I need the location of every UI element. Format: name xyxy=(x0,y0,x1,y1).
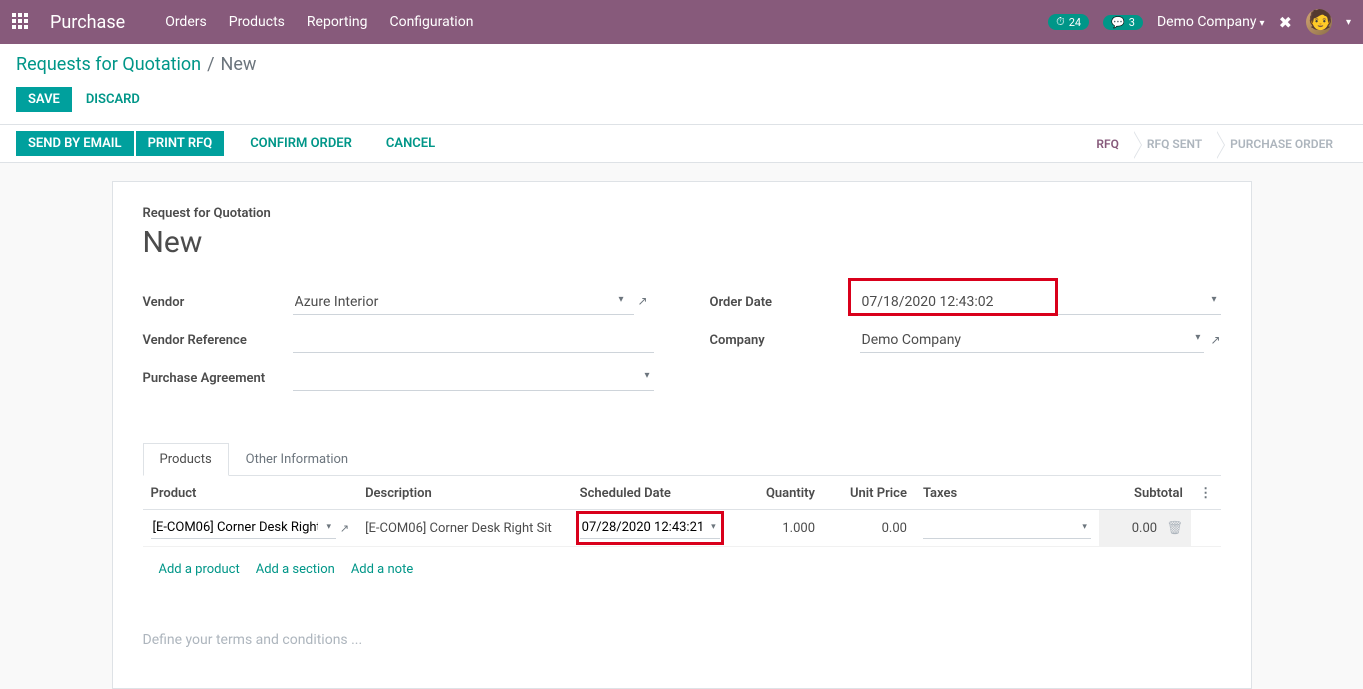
company-input[interactable] xyxy=(860,328,1205,353)
tabs: Products Other Information xyxy=(143,442,1221,476)
terms-placeholder[interactable]: Define your terms and conditions ... xyxy=(143,632,1221,648)
label-agreement: Purchase Agreement xyxy=(143,371,293,386)
nav-orders[interactable]: Orders xyxy=(165,14,207,30)
confirm-order-button[interactable]: CONFIRM ORDER xyxy=(240,131,362,156)
company-selector[interactable]: Demo Company xyxy=(1157,14,1265,30)
messages-badge[interactable]: 💬 3 xyxy=(1103,15,1143,30)
messages-count: 3 xyxy=(1129,16,1135,29)
th-unit-price: Unit Price xyxy=(823,476,915,510)
order-date-input[interactable] xyxy=(860,290,1221,315)
step-purchase-order[interactable]: PURCHASE ORDER xyxy=(1216,131,1347,157)
breadcrumb-sep: / xyxy=(207,54,214,75)
trash-icon[interactable]: 🗑 xyxy=(1166,521,1183,536)
th-taxes: Taxes xyxy=(915,476,1099,510)
action-bar: SEND BY EMAIL PRINT RFQ CONFIRM ORDER CA… xyxy=(0,125,1363,163)
breadcrumb-parent[interactable]: Requests for Quotation xyxy=(16,54,201,75)
nav-products[interactable]: Products xyxy=(229,14,285,30)
user-avatar[interactable] xyxy=(1306,9,1332,35)
add-links: Add a product Add a section Add a note xyxy=(151,554,1213,585)
activity-count: 24 xyxy=(1069,16,1081,29)
step-rfq[interactable]: RFQ xyxy=(1082,131,1133,157)
tab-other-info[interactable]: Other Information xyxy=(229,443,365,476)
nav-right: ⏱ 24 💬 3 Demo Company ✖ ▾ xyxy=(1048,9,1351,35)
step-rfq-sent[interactable]: RFQ SENT xyxy=(1133,131,1216,157)
form-subtitle: Request for Quotation xyxy=(143,206,1221,221)
row-taxes-input[interactable] xyxy=(923,517,1091,539)
table-row: ▾ ↗ [E-COM06] Corner Desk Right Sit ▾ xyxy=(143,510,1221,547)
row-quantity[interactable]: 1.000 xyxy=(731,510,823,547)
label-vendor: Vendor xyxy=(143,295,293,310)
products-table: Product Description Scheduled Date Quant… xyxy=(143,476,1221,592)
debug-icon[interactable]: ✖ xyxy=(1279,13,1292,32)
th-kebab-icon[interactable]: ⋮ xyxy=(1191,476,1221,510)
th-scheduled: Scheduled Date xyxy=(572,476,731,510)
nav-configuration[interactable]: Configuration xyxy=(389,14,473,30)
external-link-icon[interactable]: ↗ xyxy=(637,294,647,308)
add-product-link[interactable]: Add a product xyxy=(159,562,240,577)
chat-icon: 💬 xyxy=(1111,16,1125,29)
th-description: Description xyxy=(357,476,572,510)
th-quantity: Quantity xyxy=(731,476,823,510)
agreement-input[interactable] xyxy=(293,366,654,391)
external-link-icon[interactable]: ↗ xyxy=(340,522,349,535)
nav-links: Orders Products Reporting Configuration xyxy=(165,14,473,30)
row-scheduled-input[interactable] xyxy=(580,517,720,539)
sheet-wrap: Request for Quotation New Vendor ▾ ↗ Ven… xyxy=(0,163,1363,689)
row-subtotal: 0.00 xyxy=(1132,521,1157,536)
app-title[interactable]: Purchase xyxy=(50,12,125,33)
th-product: Product xyxy=(143,476,358,510)
user-caret-icon[interactable]: ▾ xyxy=(1346,17,1351,28)
form-grid: Vendor ▾ ↗ Vendor Reference Purchase Agr… xyxy=(143,288,1221,402)
add-section-link[interactable]: Add a section xyxy=(256,562,335,577)
discard-button[interactable]: DISCARD xyxy=(76,87,150,112)
form-title: New xyxy=(143,225,1221,260)
print-rfq-button[interactable]: PRINT RFQ xyxy=(136,131,225,156)
row-unit-price[interactable]: 0.00 xyxy=(823,510,915,547)
top-navbar: Purchase Orders Products Reporting Confi… xyxy=(0,0,1363,44)
row-description[interactable]: [E-COM06] Corner Desk Right Sit xyxy=(357,510,572,547)
add-note-link[interactable]: Add a note xyxy=(351,562,413,577)
label-company: Company xyxy=(710,333,860,348)
status-steps: RFQ RFQ SENT PURCHASE ORDER xyxy=(1082,131,1347,157)
subheader: Requests for Quotation / New SAVE DISCAR… xyxy=(0,44,1363,125)
label-order-date: Order Date xyxy=(710,295,860,310)
form-col-right: Order Date ▾ Company ▾ ↗ xyxy=(710,288,1221,402)
label-vendor-ref: Vendor Reference xyxy=(143,333,293,348)
tab-products[interactable]: Products xyxy=(143,443,229,476)
th-subtotal: Subtotal xyxy=(1099,476,1191,510)
apps-icon[interactable] xyxy=(12,13,30,31)
vendor-input[interactable] xyxy=(293,290,634,315)
send-email-button[interactable]: SEND BY EMAIL xyxy=(16,131,134,156)
cancel-button[interactable]: CANCEL xyxy=(376,131,445,156)
breadcrumb-current: New xyxy=(221,54,257,75)
form-col-left: Vendor ▾ ↗ Vendor Reference Purchase Agr… xyxy=(143,288,654,402)
breadcrumb: Requests for Quotation / New xyxy=(16,54,1347,75)
nav-reporting[interactable]: Reporting xyxy=(307,14,368,30)
row-product-input[interactable] xyxy=(151,517,336,539)
clock-icon: ⏱ xyxy=(1056,15,1065,29)
vendor-ref-input[interactable] xyxy=(293,328,654,353)
activity-badge[interactable]: ⏱ 24 xyxy=(1048,14,1089,30)
form-sheet: Request for Quotation New Vendor ▾ ↗ Ven… xyxy=(112,181,1252,689)
save-button[interactable]: SAVE xyxy=(16,87,72,112)
external-link-icon[interactable]: ↗ xyxy=(1210,333,1220,347)
